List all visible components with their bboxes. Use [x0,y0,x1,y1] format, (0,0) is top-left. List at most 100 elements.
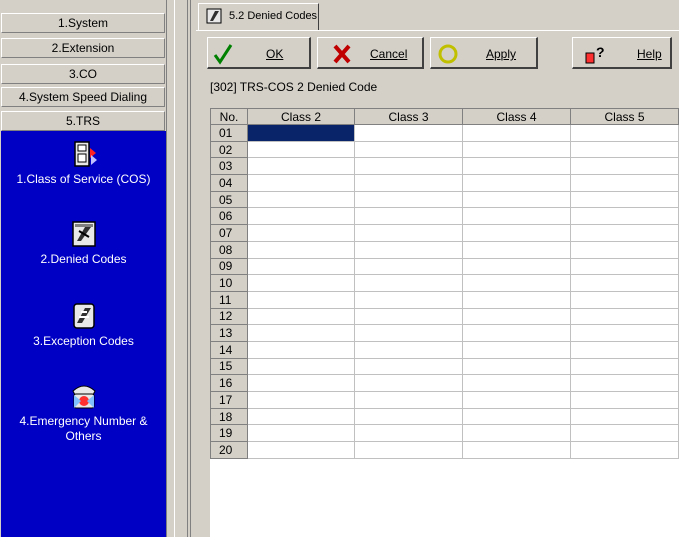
code-cell[interactable] [247,324,355,342]
code-cell[interactable] [462,357,571,376]
code-cell[interactable] [354,124,463,142]
code-cell[interactable] [354,391,463,409]
code-cell[interactable] [247,190,355,209]
code-cell[interactable] [247,340,355,359]
code-cell[interactable] [247,391,355,409]
code-cell[interactable] [462,340,571,359]
code-cell[interactable] [570,357,679,376]
code-cell[interactable] [354,424,463,443]
code-cell[interactable] [570,257,679,276]
code-cell[interactable] [354,240,463,259]
column-header-class-5[interactable]: Class 5 [570,108,679,125]
code-cell[interactable] [247,274,355,292]
code-cell[interactable] [354,290,463,309]
code-cell[interactable] [462,124,571,142]
nav-item-exception-codes[interactable]: 3.Exception Codes [1,301,166,349]
code-cell[interactable] [462,190,571,209]
code-cell[interactable] [570,424,679,443]
code-cell[interactable] [354,174,463,192]
code-cell[interactable] [247,257,355,276]
code-cell[interactable] [354,257,463,276]
code-cell[interactable] [462,324,571,342]
code-cell[interactable] [247,207,355,226]
code-cell[interactable] [462,407,571,426]
code-cell[interactable] [354,274,463,292]
code-cell[interactable] [354,441,463,459]
code-cell[interactable] [354,324,463,342]
code-cell[interactable] [462,140,571,159]
column-header-class-4[interactable]: Class 4 [462,108,571,125]
code-cell[interactable] [247,140,355,159]
code-cell[interactable] [462,207,571,226]
category-extension[interactable]: 2.Extension [1,38,165,58]
category-system[interactable]: 1.System [1,13,165,33]
code-cell[interactable] [247,174,355,192]
code-cell[interactable] [247,424,355,443]
ok-button[interactable]: OK [207,37,311,69]
code-cell[interactable] [247,357,355,376]
code-cell[interactable] [462,424,571,443]
column-header-class-2[interactable]: Class 2 [247,108,355,125]
code-cell[interactable] [354,207,463,226]
code-cell[interactable] [570,324,679,342]
code-cell[interactable] [462,240,571,259]
nav-item-emergency-number[interactable]: 4.Emergency Number & Others [1,381,166,444]
code-cell[interactable] [462,374,571,392]
code-cell[interactable] [462,307,571,326]
code-cell[interactable] [570,157,679,176]
code-cell[interactable] [462,174,571,192]
code-cell[interactable] [570,290,679,309]
code-cell[interactable] [570,340,679,359]
code-cell[interactable] [462,290,571,309]
code-cell[interactable] [570,174,679,192]
code-cell[interactable] [354,340,463,359]
tab-denied-codes[interactable]: 5.2 Denied Codes [198,3,319,30]
code-cell[interactable] [247,374,355,392]
code-cell[interactable] [570,441,679,459]
nav-item-denied-codes[interactable]: 2.Denied Codes [1,219,166,267]
code-cell[interactable] [354,307,463,326]
code-cell[interactable] [462,224,571,242]
code-cell[interactable] [354,190,463,209]
code-cell[interactable] [570,224,679,242]
code-cell[interactable] [247,407,355,426]
code-cell[interactable] [570,307,679,326]
code-cell[interactable] [462,274,571,292]
code-cell[interactable] [247,157,355,176]
apply-button[interactable]: Apply [430,37,538,69]
code-cell[interactable] [247,240,355,259]
pane-splitter[interactable] [166,0,174,537]
category-trs[interactable]: 5.TRS [1,111,165,131]
code-cell[interactable] [354,157,463,176]
column-header-class-3[interactable]: Class 3 [354,108,463,125]
code-cell[interactable] [462,441,571,459]
code-cell[interactable] [354,374,463,392]
code-cell[interactable] [462,157,571,176]
code-cell[interactable] [462,391,571,409]
code-cell[interactable] [462,257,571,276]
code-cell[interactable] [570,274,679,292]
code-cell[interactable] [247,441,355,459]
code-cell[interactable] [354,140,463,159]
code-cell[interactable] [570,190,679,209]
code-cell[interactable] [570,407,679,426]
code-cell[interactable] [354,224,463,242]
pane-splitter-grip[interactable] [174,0,188,537]
help-button[interactable]: ? Help [572,37,672,69]
code-cell[interactable] [570,124,679,142]
code-cell[interactable] [247,290,355,309]
code-cell[interactable] [247,307,355,326]
code-cell-selected[interactable] [247,124,355,142]
code-cell[interactable] [570,240,679,259]
category-system-speed-dialing[interactable]: 4.System Speed Dialing [1,87,165,107]
category-co[interactable]: 3.CO [1,64,165,84]
code-cell[interactable] [570,207,679,226]
nav-item-class-of-service[interactable]: 1.Class of Service (COS) [1,139,166,187]
code-cell[interactable] [247,224,355,242]
code-cell[interactable] [354,407,463,426]
code-cell[interactable] [570,374,679,392]
code-cell[interactable] [354,357,463,376]
cancel-button[interactable]: Cancel [317,37,424,69]
code-cell[interactable] [570,391,679,409]
code-cell[interactable] [570,140,679,159]
